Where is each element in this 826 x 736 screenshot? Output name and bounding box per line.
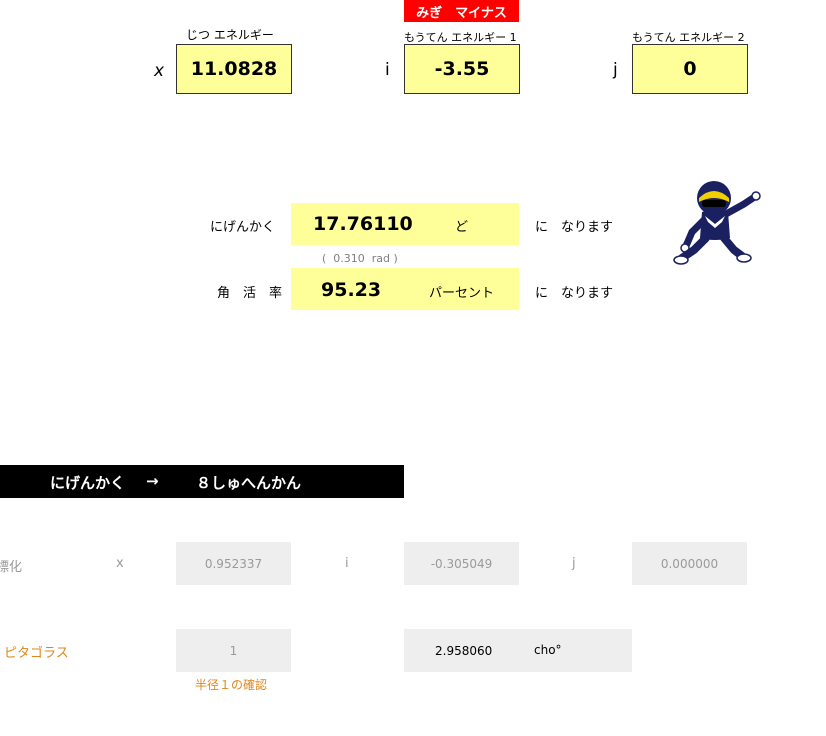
imag2-energy-input[interactable]: 0 (632, 44, 748, 94)
normalized-label: 標化 (0, 560, 23, 575)
pythagoras-angle-unit: cho° (534, 643, 562, 657)
rate-suffix: に なります (535, 286, 614, 301)
angle-value: 17.76110 (313, 213, 413, 235)
real-energy-input[interactable]: 11.0828 (176, 44, 292, 94)
section-bar-arrow: → (146, 472, 159, 490)
ranger-mascot-icon (672, 180, 764, 268)
rate-label: 角 活 率 (217, 286, 283, 301)
radius-check-note: 半径１の確認 (195, 678, 268, 692)
section-bar-left: にげんかく (50, 474, 126, 492)
normalized-x-value: 0.952337 (176, 542, 291, 585)
imag1-var-label: i (385, 60, 390, 80)
rad-note: ( 0.310 rad ) (322, 252, 398, 265)
rate-value: 95.23 (321, 279, 382, 301)
normalized-i-var: i (345, 556, 349, 571)
normalized-x-var: x (116, 556, 124, 571)
normalized-j-value: 0.000000 (632, 542, 747, 585)
imag2-var-label: j (613, 60, 618, 80)
real-energy-header: じつ エネルギー (186, 28, 274, 42)
angle-unit: ど (455, 220, 469, 235)
imag2-energy-header: もうてん エネルギー 2 (632, 31, 745, 44)
pythagoras-label: ピタゴラス (4, 646, 69, 661)
imag1-energy-input[interactable]: -3.55 (404, 44, 520, 94)
warning-badge: みぎ マイナス (404, 0, 519, 22)
imag1-energy-header: もうてん エネルギー 1 (404, 31, 517, 44)
section-bar-right: ８しゅへんかん (196, 474, 302, 492)
pythagoras-angle-value: 2.958060 (435, 644, 493, 658)
angle-label: にげんかく (210, 220, 276, 235)
pythagoras-value: 1 (176, 629, 291, 672)
real-var-label: x (154, 61, 165, 81)
normalized-i-value: -0.305049 (404, 542, 519, 585)
section-bar: にげんかく → ８しゅへんかん (0, 465, 404, 498)
angle-suffix: に なります (535, 220, 614, 235)
normalized-j-var: j (572, 556, 576, 571)
rate-unit: パーセント (429, 286, 495, 301)
